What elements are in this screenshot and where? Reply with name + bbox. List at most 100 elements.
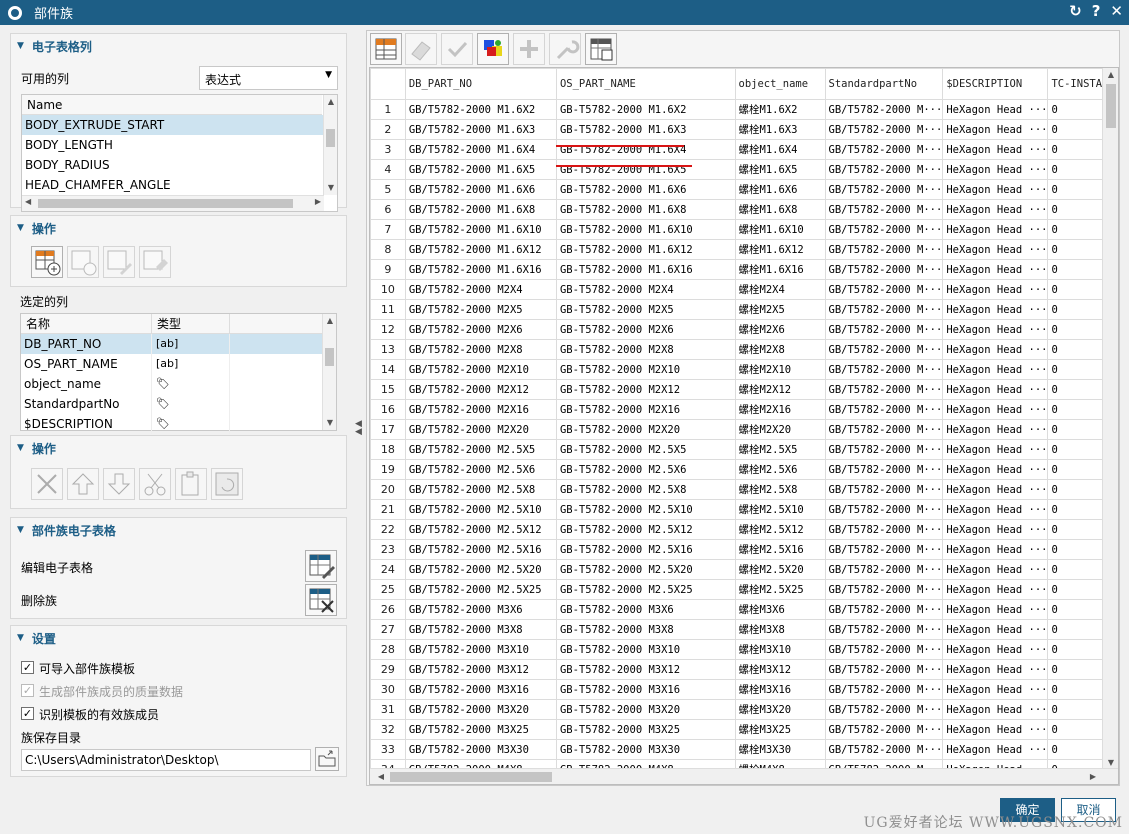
table-cell[interactable]: 螺栓M2.5X6	[734, 459, 826, 480]
valid-members-checkbox[interactable]: ✓	[21, 707, 34, 720]
table-cell[interactable]: GB/T5782-2000 M···	[824, 479, 944, 500]
table-cell[interactable]: GB-T5782-2000 M2X8	[555, 339, 736, 360]
table-cell[interactable]: GB/T5782-2000 M1.6X12	[404, 239, 557, 260]
move-down-icon[interactable]	[103, 468, 135, 500]
table-cell[interactable]: GB/T5782-2000 M···	[824, 739, 944, 760]
table-cell[interactable]: GB-T5782-2000 M2.5X8	[555, 479, 736, 500]
table-cell[interactable]: 螺栓M3X12	[734, 659, 826, 680]
table-cell[interactable]: HeXagon Head ···	[942, 179, 1049, 200]
table-row[interactable]: 32 GB/T5782-2000 M3X25 GB-T5782-2000 M3X25…	[370, 719, 1118, 740]
table-cell[interactable]: HeXagon Head ···	[942, 719, 1049, 740]
table-row[interactable]: 20 GB/T5782-2000 M2.5X8 GB-T5782-2000 M2.5…	[370, 479, 1118, 500]
table-row[interactable]: 3 GB/T5782-2000 M1.6X4 GB-T5782-2000 M1.6X…	[370, 139, 1118, 160]
settings-header[interactable]: ▼ 设置	[11, 626, 346, 650]
table-cell[interactable]: GB/T5782-2000 M3X16	[404, 679, 557, 700]
table-cell[interactable]: 螺栓M2X16	[734, 399, 826, 420]
table-cell[interactable]: GB/T5782-2000 M3X6	[404, 599, 557, 620]
table-cell[interactable]: GB/T5782-2000 M···	[824, 579, 944, 600]
table-cell[interactable]: GB/T5782-2000 M1.6X5	[404, 159, 557, 180]
table-cell[interactable]: GB-T5782-2000 M2.5X12	[555, 519, 736, 540]
wrench-icon[interactable]	[549, 33, 581, 65]
table-row[interactable]: 26 GB/T5782-2000 M3X6 GB-T5782-2000 M3X6 螺栓…	[370, 599, 1118, 620]
table-cell[interactable]: 螺栓M1.6X12	[734, 239, 826, 260]
table-row[interactable]: 12 GB/T5782-2000 M2X6 GB-T5782-2000 M2X6 螺栓…	[370, 319, 1118, 340]
selected-column-row[interactable]: StandardpartNo 🏷	[21, 394, 323, 414]
table-cell[interactable]: GB/T5782-2000 M2X12	[404, 379, 557, 400]
table-cell[interactable]: GB-T5782-2000 M3X30	[555, 739, 736, 760]
table-cell[interactable]: HeXagon Head ···	[942, 519, 1049, 540]
table-row[interactable]: 30 GB/T5782-2000 M3X16 GB-T5782-2000 M3X16…	[370, 679, 1118, 700]
collapse-icon[interactable]: ▼	[17, 443, 24, 453]
table-cell[interactable]: 螺栓M3X16	[734, 679, 826, 700]
operations-header-2[interactable]: ▼ 操作	[11, 436, 346, 460]
table-cell[interactable]: GB-T5782-2000 M2.5X5	[555, 439, 736, 460]
table-cell[interactable]: 螺栓M1.6X3	[734, 119, 826, 140]
table-cell[interactable]: GB/T5782-2000 M···	[824, 499, 944, 520]
table-cell[interactable]: GB-T5782-2000 M2X20	[555, 419, 736, 440]
table-cell[interactable]: GB/T5782-2000 M1.6X10	[404, 219, 557, 240]
table-cell[interactable]: GB-T5782-2000 M2.5X25	[555, 579, 736, 600]
table-cell[interactable]: GB/T5782-2000 M2.5X6	[404, 459, 557, 480]
column-type-dropdown[interactable]: 表达式 ▼	[199, 66, 338, 90]
table-row[interactable]: 24 GB/T5782-2000 M2.5X20 GB-T5782-2000 M2.…	[370, 559, 1118, 580]
table-cell[interactable]: GB/T5782-2000 M2X6	[404, 319, 557, 340]
table-cell[interactable]: 螺栓M3X10	[734, 639, 826, 660]
table-cell[interactable]: HeXagon Head ···	[942, 679, 1049, 700]
table-cell[interactable]: HeXagon Head ···	[942, 359, 1049, 380]
table-cell[interactable]: 螺栓M2X12	[734, 379, 826, 400]
selected-column-row[interactable]: DB_PART_NO [ab]	[21, 334, 323, 354]
table-cell[interactable]: 螺栓M2X5	[734, 299, 826, 320]
collapse-icon[interactable]: ▼	[17, 525, 24, 535]
table-cell[interactable]: 螺栓M1.6X10	[734, 219, 826, 240]
table-cell[interactable]: GB/T5782-2000 M2.5X8	[404, 479, 557, 500]
table-cell[interactable]: GB/T5782-2000 M3X20	[404, 699, 557, 720]
table-cell[interactable]: HeXagon Head ···	[942, 199, 1049, 220]
table-cell[interactable]: GB/T5782-2000 M···	[824, 719, 944, 740]
table-cell[interactable]: GB/T5782-2000 M···	[824, 139, 944, 160]
table-cell[interactable]: GB/T5782-2000 M2X8	[404, 339, 557, 360]
table-cell[interactable]: GB-T5782-2000 M1.6X10	[555, 219, 736, 240]
table-row[interactable]: 15 GB/T5782-2000 M2X12 GB-T5782-2000 M2X12…	[370, 379, 1118, 400]
table-row[interactable]: 31 GB/T5782-2000 M3X20 GB-T5782-2000 M3X20…	[370, 699, 1118, 720]
table-cell[interactable]: GB/T5782-2000 M2.5X20	[404, 559, 557, 580]
table-cell[interactable]: GB/T5782-2000 M···	[824, 359, 944, 380]
spreadsheet-icon[interactable]	[370, 33, 402, 65]
table-cell[interactable]: 螺栓M3X8	[734, 619, 826, 640]
table-cell[interactable]: 螺栓M2.5X25	[734, 579, 826, 600]
table-cell[interactable]: HeXagon Head ···	[942, 639, 1049, 660]
table-row[interactable]: 14 GB/T5782-2000 M2X10 GB-T5782-2000 M2X10…	[370, 359, 1118, 380]
table-cell[interactable]: GB-T5782-2000 M2X16	[555, 399, 736, 420]
table-row[interactable]: 9 GB/T5782-2000 M1.6X16 GB-T5782-2000 M1.6…	[370, 259, 1118, 280]
table-cell[interactable]: GB/T5782-2000 M···	[824, 619, 944, 640]
table-cell[interactable]: GB/T5782-2000 M···	[824, 679, 944, 700]
edit-column-button[interactable]	[103, 246, 135, 278]
table-cell[interactable]: GB/T5782-2000 M···	[824, 599, 944, 620]
table-row[interactable]: 21 GB/T5782-2000 M2.5X10 GB-T5782-2000 M2.…	[370, 499, 1118, 520]
save-dir-input[interactable]: C:\Users\Administrator\Desktop\	[21, 749, 311, 771]
table-cell[interactable]: 螺栓M2.5X10	[734, 499, 826, 520]
add-row-button[interactable]	[67, 246, 99, 278]
move-up-icon[interactable]	[67, 468, 99, 500]
table-cell[interactable]: GB/T5782-2000 M1.6X4	[404, 139, 557, 160]
table-cell[interactable]: 螺栓M3X20	[734, 699, 826, 720]
table-cell[interactable]: HeXagon Head ···	[942, 559, 1049, 580]
table-cell[interactable]: GB/T5782-2000 M2.5X16	[404, 539, 557, 560]
table-cell[interactable]: GB/T5782-2000 M···	[824, 199, 944, 220]
table-cell[interactable]: GB-T5782-2000 M3X25	[555, 719, 736, 740]
table-row[interactable]: 33 GB/T5782-2000 M3X30 GB-T5782-2000 M3X30…	[370, 739, 1118, 760]
table-cell[interactable]: GB/T5782-2000 M2.5X5	[404, 439, 557, 460]
table-cell[interactable]: HeXagon Head ···	[942, 379, 1049, 400]
table-cell[interactable]: GB/T5782-2000 M···	[824, 639, 944, 660]
table-cell[interactable]: 螺栓M2.5X20	[734, 559, 826, 580]
table-cell[interactable]: GB-T5782-2000 M2.5X20	[555, 559, 736, 580]
collapse-icon[interactable]: ▼	[17, 41, 24, 51]
table-cell[interactable]: 螺栓M2.5X12	[734, 519, 826, 540]
column-header[interactable]: DB_PART_NO	[404, 68, 557, 100]
table-row[interactable]: 28 GB/T5782-2000 M3X10 GB-T5782-2000 M3X10…	[370, 639, 1118, 660]
table-cell[interactable]: HeXagon Head ···	[942, 119, 1049, 140]
table-row[interactable]: 2 GB/T5782-2000 M1.6X3 GB-T5782-2000 M1.6X…	[370, 119, 1118, 140]
table-cell[interactable]: GB/T5782-2000 M···	[824, 659, 944, 680]
table-cell[interactable]: GB-T5782-2000 M3X20	[555, 699, 736, 720]
table-cell[interactable]: HeXagon Head ···	[942, 459, 1049, 480]
table-row[interactable]: 17 GB/T5782-2000 M2X20 GB-T5782-2000 M2X20…	[370, 419, 1118, 440]
